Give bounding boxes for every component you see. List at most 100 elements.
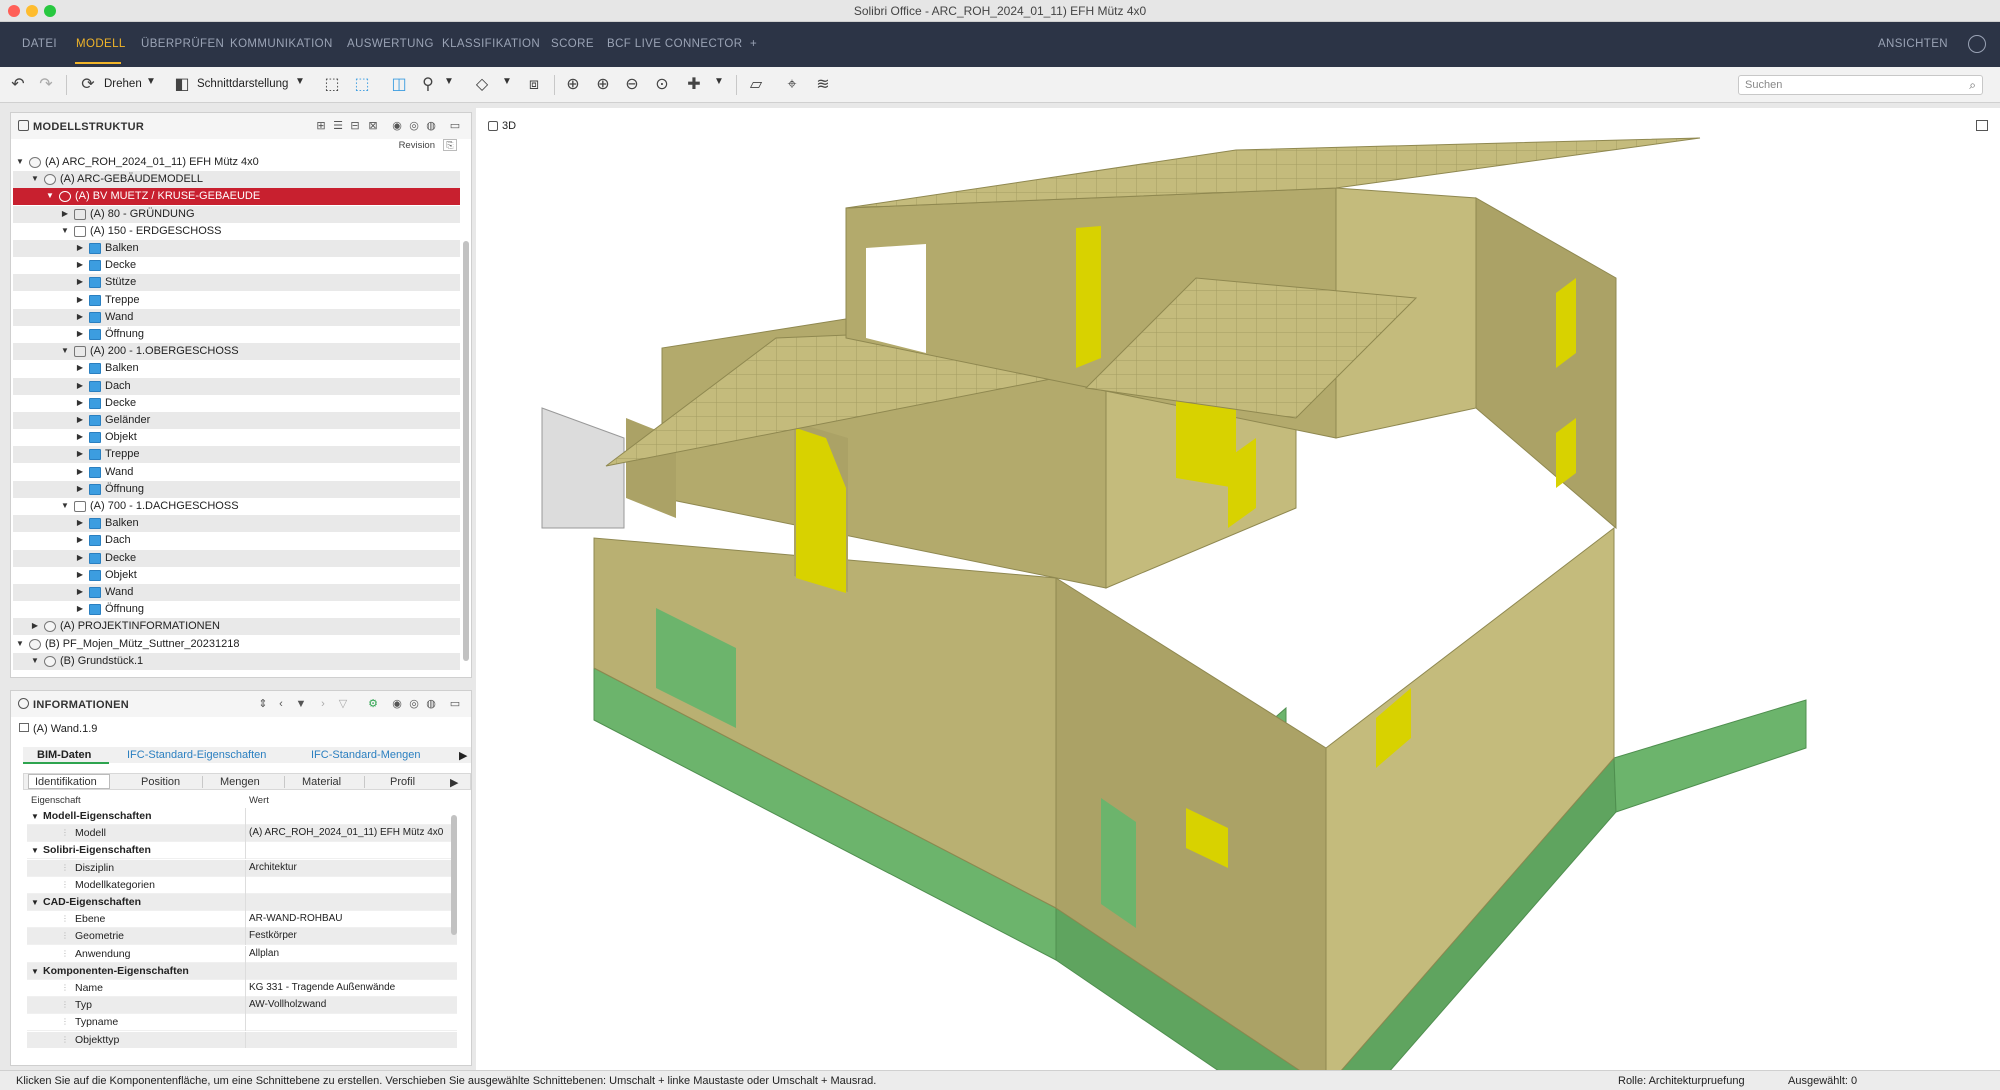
redo-icon[interactable]: ↷	[36, 75, 56, 95]
expand-icon[interactable]: ▶	[75, 432, 85, 441]
tree-scrollbar[interactable]	[463, 241, 469, 661]
property-row[interactable]: ⋮ Name KG 331 - Tragende Außenwände	[27, 980, 457, 997]
zoom-in-icon[interactable]: ⊕	[593, 75, 613, 95]
tree-row[interactable]: ▼ (A) 150 - ERDGESCHOSS	[13, 223, 460, 240]
property-row[interactable]: ⋮ Objekttyp	[27, 1031, 457, 1048]
hide-icon[interactable]: ◎	[407, 119, 421, 133]
collapse-icon[interactable]: ▼	[45, 191, 55, 200]
tree-filter-icon[interactable]: ⊟	[348, 119, 362, 133]
property-scrollbar[interactable]	[451, 815, 457, 935]
collapse-icon[interactable]: ▼	[31, 812, 39, 821]
collapse-icon[interactable]: ▼	[15, 157, 25, 166]
tree-row[interactable]: ▶ Balken	[13, 360, 460, 377]
drag-handle-icon[interactable]: ⋮	[61, 914, 69, 924]
perspective-icon[interactable]: ⧈	[524, 75, 544, 95]
undo-icon[interactable]: ↶	[8, 75, 28, 95]
previous-icon[interactable]: ‹	[274, 697, 288, 711]
subtab-position[interactable]: Position	[141, 776, 180, 788]
expand-icon[interactable]: ▶	[75, 363, 85, 372]
tab-ifc-standard-mengen[interactable]: IFC-Standard-Mengen	[311, 749, 420, 761]
cube-icon[interactable]: ◫	[389, 75, 409, 95]
collapse-icon[interactable]: ▼	[30, 656, 40, 665]
measure-icon[interactable]: ✚	[684, 75, 704, 95]
expand-icon[interactable]: ▶	[75, 260, 85, 269]
window-glass[interactable]	[1556, 278, 1576, 368]
measure-dropdown-icon[interactable]: ▼	[714, 76, 724, 87]
property-row[interactable]: ⋮ Anwendung Allplan	[27, 945, 457, 963]
collapse-icon[interactable]: ▼	[31, 898, 39, 907]
expand-icon[interactable]: ▶	[75, 449, 85, 458]
subtab-material[interactable]: Material	[302, 776, 341, 788]
tree-hierarchy-icon[interactable]: ⊞	[314, 119, 328, 133]
show-all-icon[interactable]: ⬚	[322, 75, 342, 95]
panel-maximize-icon[interactable]: ▭	[448, 697, 462, 711]
section-view-icon[interactable]: ◧	[172, 75, 192, 95]
tree-row[interactable]: ▶ Treppe	[13, 446, 460, 464]
menu-modell[interactable]: MODELL	[76, 38, 126, 50]
expand-icon[interactable]: ▶	[75, 553, 85, 562]
map-icon[interactable]: ⌖	[782, 75, 802, 95]
drag-handle-icon[interactable]: ⋮	[61, 983, 69, 993]
tree-row[interactable]: ▶ Balken	[13, 240, 460, 257]
drag-handle-icon[interactable]: ⋮	[61, 1035, 69, 1045]
railing[interactable]	[541, 407, 625, 529]
tree-row[interactable]: ▶ Balken	[13, 515, 460, 533]
menu-bcf-live-connector[interactable]: BCF LIVE CONNECTOR	[607, 38, 742, 50]
collapse-icon[interactable]: ▼	[30, 174, 40, 183]
tree-row[interactable]: ▼ (A) 200 - 1.OBERGESCHOSS	[13, 343, 460, 361]
menu-kommunikation[interactable]: KOMMUNIKATION	[230, 38, 333, 50]
section-view-dropdown-icon[interactable]: ▼	[295, 76, 305, 87]
property-row[interactable]: ⋮ Ebene AR-WAND-ROHBAU	[27, 911, 457, 929]
tree-row[interactable]: ▼ (A) 700 - 1.DACHGESCHOSS	[13, 498, 460, 515]
search-input[interactable]: Suchen ⌕	[1738, 75, 1983, 95]
menu-score[interactable]: SCORE	[551, 38, 594, 50]
expand-icon[interactable]: ▶	[75, 467, 85, 476]
walk-icon[interactable]: ⚲	[418, 75, 438, 95]
expand-icon[interactable]: ▶	[75, 570, 85, 579]
transparent-icon[interactable]: ⬚	[352, 75, 372, 95]
drag-handle-icon[interactable]: ⋮	[61, 1000, 69, 1010]
zoom-extent-icon[interactable]: ⊕	[563, 75, 583, 95]
collapse-icon[interactable]: ▼	[15, 639, 25, 648]
property-row[interactable]: ⋮ Typname	[27, 1014, 457, 1032]
subtab-profil[interactable]: Profil	[390, 776, 415, 788]
drag-handle-icon[interactable]: ⋮	[61, 880, 69, 890]
foundation-right[interactable]	[1613, 699, 1807, 813]
tree-row[interactable]: ▶ Wand	[13, 584, 460, 601]
tree-row[interactable]: ▶ Öffnung	[13, 480, 460, 498]
views-icon[interactable]	[1968, 35, 1986, 53]
rotate-dropdown-icon[interactable]: ▼	[146, 76, 156, 87]
expand-icon[interactable]: ▶	[30, 621, 40, 630]
property-group-row[interactable]: ▼ Modell-Eigenschaften	[27, 808, 457, 825]
tree-row[interactable]: ▶ Decke	[13, 257, 460, 274]
drag-handle-icon[interactable]: ⋮	[61, 931, 69, 941]
zoom-out-icon[interactable]: ⊖	[622, 75, 642, 95]
tree-row[interactable]: ▶ Öffnung	[13, 326, 460, 343]
rotate-mode-label[interactable]: Drehen	[104, 78, 142, 90]
box-dropdown-icon[interactable]: ▼	[502, 76, 512, 87]
property-row[interactable]: ⋮ Geometrie Festkörper	[27, 928, 457, 946]
expand-icon[interactable]: ▶	[75, 277, 85, 286]
box-view-icon[interactable]: ◇	[472, 75, 492, 95]
tree-row[interactable]: ▶ Dach	[13, 377, 460, 395]
expand-icon[interactable]: ▶	[75, 415, 85, 424]
tree-row[interactable]: ▶ Treppe	[13, 292, 460, 309]
tab-ifc-standard-eigenschaften[interactable]: IFC-Standard-Eigenschaften	[127, 749, 266, 761]
expand-icon[interactable]: ▶	[75, 587, 85, 596]
subtab-mengen[interactable]: Mengen	[220, 776, 260, 788]
drag-handle-icon[interactable]: ⋮	[61, 949, 69, 959]
next-dropdown-icon[interactable]: ▽	[336, 697, 350, 711]
drag-handle-icon[interactable]: ⋮	[61, 863, 69, 873]
expand-icon[interactable]: ▶	[75, 535, 85, 544]
property-group-row[interactable]: ▼ Komponenten-Eigenschaften	[27, 962, 457, 980]
expand-icon[interactable]: ▶	[75, 312, 85, 321]
expand-icon[interactable]: ▶	[75, 518, 85, 527]
hide-icon[interactable]: ◎	[407, 697, 421, 711]
drag-handle-icon[interactable]: ⋮	[61, 828, 69, 838]
drag-handle-icon[interactable]: ⋮	[61, 1017, 69, 1027]
next-icon[interactable]: ›	[316, 697, 330, 711]
zoom-window-icon[interactable]: ⊙	[652, 75, 672, 95]
collapse-icon[interactable]: ▼	[60, 346, 70, 355]
tree-settings-icon[interactable]: ⊠	[366, 119, 380, 133]
tab-bim-daten[interactable]: BIM-Daten	[37, 749, 91, 761]
